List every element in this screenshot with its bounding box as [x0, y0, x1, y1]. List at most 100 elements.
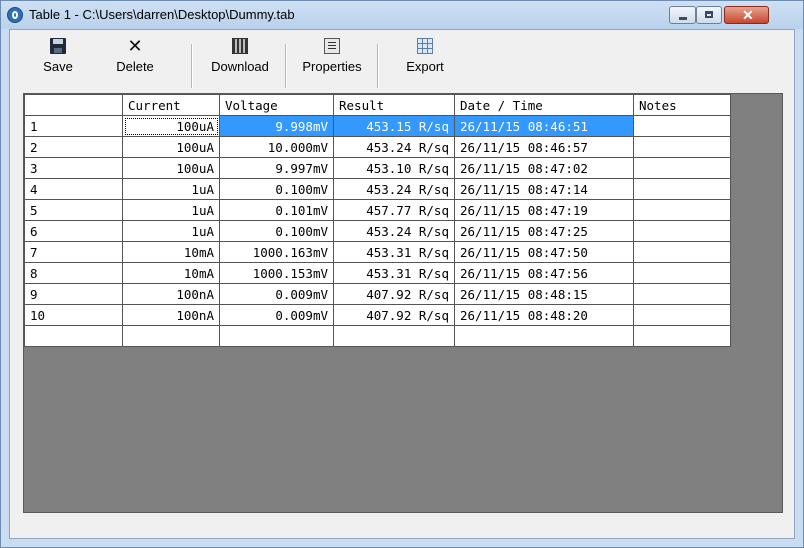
- cell-notes[interactable]: [633, 136, 731, 158]
- table-row[interactable]: 8 10mA 1000.153mV 453.31 R/sq 26/11/15 08:47…: [24, 262, 731, 284]
- cell-notes[interactable]: [633, 262, 731, 284]
- cell-datetime[interactable]: 26/11/15 08:47:50: [454, 241, 634, 263]
- cell-current[interactable]: 100nA: [122, 283, 220, 305]
- cell-voltage[interactable]: 1000.153mV: [219, 262, 334, 284]
- title-bar[interactable]: Table 1 - C:\Users\darren\Desktop\Dummy.…: [1, 1, 803, 29]
- cell-result[interactable]: 453.24 R/sq: [333, 178, 455, 200]
- cell-voltage[interactable]: 9.998mV: [219, 115, 334, 137]
- column-header-voltage[interactable]: Voltage: [219, 94, 334, 116]
- floppy-disk-icon: [50, 38, 66, 54]
- cell-datetime[interactable]: 26/11/15 08:47:14: [454, 178, 634, 200]
- cell-index[interactable]: 5: [24, 199, 123, 221]
- delete-button[interactable]: ✕ Delete: [113, 37, 157, 94]
- cell-index[interactable]: 6: [24, 220, 123, 242]
- toolbar-separator: [285, 44, 287, 88]
- cell-result[interactable]: 453.10 R/sq: [333, 157, 455, 179]
- cell-index[interactable]: [24, 325, 123, 347]
- table-row[interactable]: 10 100nA 0.009mV 407.92 R/sq 26/11/15 08:48:…: [24, 304, 731, 326]
- close-icon: ✕: [742, 7, 754, 23]
- cell-result[interactable]: 453.31 R/sq: [333, 241, 455, 263]
- cell-result[interactable]: 453.24 R/sq: [333, 136, 455, 158]
- cell-notes[interactable]: [633, 241, 731, 263]
- column-header-datetime[interactable]: Date / Time: [454, 94, 634, 116]
- cell-result[interactable]: 407.92 R/sq: [333, 304, 455, 326]
- export-button[interactable]: Export: [400, 38, 450, 94]
- cell-result[interactable]: 453.15 R/sq: [333, 115, 455, 137]
- cell-datetime[interactable]: 26/11/15 08:47:56: [454, 262, 634, 284]
- cell-index[interactable]: 4: [24, 178, 123, 200]
- table-row[interactable]: 7 10mA 1000.163mV 453.31 R/sq 26/11/15 08:47…: [24, 241, 731, 263]
- cell-datetime[interactable]: 26/11/15 08:48:20: [454, 304, 634, 326]
- cell-voltage[interactable]: 10.000mV: [219, 136, 334, 158]
- cell-voltage[interactable]: 9.997mV: [219, 157, 334, 179]
- cell-current[interactable]: 1uA: [122, 178, 220, 200]
- cell-datetime[interactable]: [454, 325, 634, 347]
- column-header-result[interactable]: Result: [333, 94, 455, 116]
- cell-notes[interactable]: [633, 178, 731, 200]
- cell-notes[interactable]: [633, 157, 731, 179]
- cell-current[interactable]: 100uA: [122, 115, 220, 137]
- cell-voltage[interactable]: 0.100mV: [219, 178, 334, 200]
- column-header-notes[interactable]: Notes: [633, 94, 731, 116]
- minimize-button[interactable]: [669, 6, 696, 24]
- cell-current[interactable]: 100uA: [122, 136, 220, 158]
- table-row[interactable]: 2 100uA 10.000mV 453.24 R/sq 26/11/15 08:46:…: [24, 136, 731, 158]
- properties-button[interactable]: Properties: [291, 38, 373, 94]
- maximize-button[interactable]: [696, 6, 722, 24]
- cell-current[interactable]: 10mA: [122, 262, 220, 284]
- cell-notes[interactable]: [633, 199, 731, 221]
- table-row[interactable]: 9 100nA 0.009mV 407.92 R/sq 26/11/15 08:48:1…: [24, 283, 731, 305]
- cell-result[interactable]: [333, 325, 455, 347]
- cell-result[interactable]: 407.92 R/sq: [333, 283, 455, 305]
- close-button[interactable]: ✕: [724, 6, 769, 24]
- cell-index[interactable]: 9: [24, 283, 123, 305]
- cell-notes[interactable]: [633, 283, 731, 305]
- cell-index[interactable]: 2: [24, 136, 123, 158]
- cell-datetime[interactable]: 26/11/15 08:46:57: [454, 136, 634, 158]
- cell-voltage[interactable]: 0.101mV: [219, 199, 334, 221]
- cell-datetime[interactable]: 26/11/15 08:47:25: [454, 220, 634, 242]
- table-row[interactable]: 4 1uA 0.100mV 453.24 R/sq 26/11/15 08:47:14: [24, 178, 731, 200]
- data-grid-area: Current Voltage Result Date / Time Notes…: [23, 93, 783, 513]
- cell-current[interactable]: 1uA: [122, 220, 220, 242]
- cell-index[interactable]: 8: [24, 262, 123, 284]
- cell-index[interactable]: 1: [24, 115, 123, 137]
- cell-voltage[interactable]: [219, 325, 334, 347]
- cell-current[interactable]: [122, 325, 220, 347]
- toolbar: Save ✕ Delete Download Properties Export: [10, 30, 794, 98]
- cell-voltage[interactable]: 0.009mV: [219, 304, 334, 326]
- cell-voltage[interactable]: 1000.163mV: [219, 241, 334, 263]
- table-row[interactable]: [24, 325, 731, 347]
- cell-notes[interactable]: [633, 325, 731, 347]
- cell-index[interactable]: 10: [24, 304, 123, 326]
- cell-datetime[interactable]: 26/11/15 08:46:51: [454, 115, 634, 137]
- cell-index[interactable]: 3: [24, 157, 123, 179]
- column-header-current[interactable]: Current: [122, 94, 220, 116]
- app-logo-icon[interactable]: [7, 7, 23, 23]
- cell-result[interactable]: 457.77 R/sq: [333, 199, 455, 221]
- cell-datetime[interactable]: 26/11/15 08:47:19: [454, 199, 634, 221]
- table-row[interactable]: 6 1uA 0.100mV 453.24 R/sq 26/11/15 08:47:25: [24, 220, 731, 242]
- cell-current[interactable]: 1uA: [122, 199, 220, 221]
- download-button[interactable]: Download: [200, 38, 280, 94]
- cell-current[interactable]: 100nA: [122, 304, 220, 326]
- table-row[interactable]: 5 1uA 0.101mV 457.77 R/sq 26/11/15 08:47:19: [24, 199, 731, 221]
- cell-current[interactable]: 10mA: [122, 241, 220, 263]
- cell-notes[interactable]: [633, 115, 731, 137]
- cell-current[interactable]: 100uA: [122, 157, 220, 179]
- cell-notes[interactable]: [633, 304, 731, 326]
- table-row[interactable]: 1 100uA 9.998mV 453.15 R/sq 26/11/15 08:46:5…: [24, 115, 731, 137]
- cell-datetime[interactable]: 26/11/15 08:47:02: [454, 157, 634, 179]
- cell-result[interactable]: 453.31 R/sq: [333, 262, 455, 284]
- header-row: Current Voltage Result Date / Time Notes: [24, 94, 731, 116]
- table-row[interactable]: 3 100uA 9.997mV 453.10 R/sq 26/11/15 08:47:0…: [24, 157, 731, 179]
- column-header-index[interactable]: [24, 94, 123, 116]
- save-button[interactable]: Save: [38, 38, 78, 94]
- cell-datetime[interactable]: 26/11/15 08:48:15: [454, 283, 634, 305]
- cell-voltage[interactable]: 0.009mV: [219, 283, 334, 305]
- cell-notes[interactable]: [633, 220, 731, 242]
- cell-result[interactable]: 453.24 R/sq: [333, 220, 455, 242]
- cell-index[interactable]: 7: [24, 241, 123, 263]
- app-window: Table 1 - C:\Users\darren\Desktop\Dummy.…: [0, 0, 804, 548]
- cell-voltage[interactable]: 0.100mV: [219, 220, 334, 242]
